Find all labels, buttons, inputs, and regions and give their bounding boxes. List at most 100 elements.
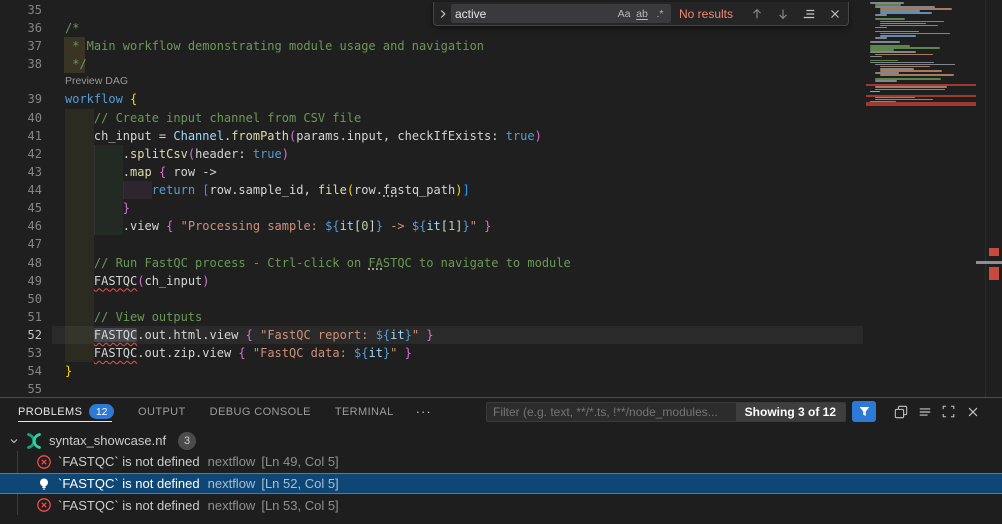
tab-problems[interactable]: PROBLEMS 12: [18, 404, 114, 419]
minimap-line: [875, 37, 887, 39]
line-number[interactable]: 46: [0, 217, 42, 235]
line-number[interactable]: 48: [0, 254, 42, 272]
code-token: map: [130, 165, 152, 179]
code-line[interactable]: 54}: [0, 362, 1002, 380]
regex-icon[interactable]: .*: [651, 8, 669, 20]
line-number[interactable]: 50: [0, 290, 42, 308]
view-as-table-icon[interactable]: [892, 403, 909, 420]
code-line[interactable]: 40// Create input channel from CSV file: [0, 109, 1002, 127]
problem-row[interactable]: `FASTQC` is not definednextflow[Ln 53, C…: [0, 494, 1002, 516]
whole-word-icon[interactable]: ab: [633, 8, 651, 20]
indent-guide: [94, 199, 95, 217]
collapse-all-icon[interactable]: [916, 403, 933, 420]
code-line[interactable]: 49FASTQC(ch_input): [0, 272, 1002, 290]
minimap-line: [875, 18, 905, 20]
line-number[interactable]: 42: [0, 145, 42, 163]
line-number[interactable]: 40: [0, 109, 42, 127]
indent-tint: [65, 235, 94, 253]
match-case-icon[interactable]: Aa: [615, 8, 633, 20]
code-line[interactable]: 50: [0, 290, 1002, 308]
line-number[interactable]: 45: [0, 199, 42, 217]
line-number[interactable]: 39: [0, 90, 42, 108]
line-number[interactable]: 41: [0, 127, 42, 145]
code-text: FASTQC.out.html.view { "FastQC report: $…: [94, 326, 434, 344]
maximize-panel-icon[interactable]: [940, 403, 957, 420]
chevron-down-icon[interactable]: [8, 435, 20, 447]
more-tabs-icon[interactable]: ···: [416, 404, 432, 419]
code-line[interactable]: 45}: [0, 199, 1002, 217]
line-number[interactable]: 51: [0, 308, 42, 326]
line-number[interactable]: 49: [0, 272, 42, 290]
line-number[interactable]: 37: [0, 37, 42, 55]
code-token: {: [246, 328, 253, 342]
code-lens[interactable]: Preview DAG: [65, 73, 128, 90]
find-previous-icon[interactable]: [747, 4, 766, 23]
toggle-replace-chevron-icon[interactable]: [434, 2, 451, 25]
line-number[interactable]: 43: [0, 163, 42, 181]
hint-diagnostic-dots: [383, 194, 397, 197]
code-line[interactable]: 38 */: [0, 55, 1002, 73]
code-line[interactable]: 46.view { "Processing sample: ${it[0]} -…: [0, 217, 1002, 235]
line-number[interactable]: 55: [0, 380, 42, 398]
code-line[interactable]: 47: [0, 235, 1002, 253]
minimap-line: [880, 74, 954, 76]
indent-tint: [65, 181, 94, 199]
close-panel-icon[interactable]: [964, 403, 981, 420]
code-token: [152, 165, 159, 179]
code-token: workflow: [65, 92, 130, 106]
code-token: ]: [369, 219, 376, 233]
problems-filter-box[interactable]: Showing 3 of 12: [486, 402, 846, 422]
vscode-window: 3536/*37 * Main workflow demonstrating m…: [0, 0, 1002, 524]
find-close-icon[interactable]: [825, 4, 844, 23]
code-token: ${: [325, 219, 339, 233]
line-number[interactable]: 52: [0, 326, 42, 344]
line-number[interactable]: 47: [0, 235, 42, 253]
code-line[interactable]: 44return [row.sample_id, file(row.fastq_…: [0, 181, 1002, 199]
code-token: .: [123, 165, 130, 179]
code-token: true: [506, 129, 535, 143]
code-line[interactable]: 39workflow {: [0, 90, 1002, 108]
minimap[interactable]: [866, 0, 984, 115]
code-token: [253, 328, 260, 342]
code-token: Channel: [173, 129, 224, 143]
problem-row[interactable]: `FASTQC` is not definednextflow[Ln 52, C…: [0, 473, 1002, 495]
code-token: "FastQC data:: [253, 346, 354, 360]
code-line[interactable]: 53 FASTQC.out.zip.view { "FastQC data: ${…: [0, 344, 1002, 362]
problem-row[interactable]: `FASTQC` is not definednextflow[Ln 49, C…: [0, 451, 1002, 473]
indent-tint: [65, 344, 94, 362]
line-number[interactable]: 54: [0, 362, 42, 380]
find-input[interactable]: [455, 7, 615, 21]
code-token: FASTQC: [94, 274, 137, 288]
code-line[interactable]: 51// View outputs: [0, 308, 1002, 326]
code-line[interactable]: 55: [0, 380, 1002, 398]
tab-output[interactable]: OUTPUT: [138, 406, 186, 418]
code-token: row.fastq_path: [354, 183, 455, 197]
find-next-icon[interactable]: [773, 4, 792, 23]
line-number[interactable]: 44: [0, 181, 42, 199]
code-line[interactable]: 41ch_input = Channel.fromPath(params.inp…: [0, 127, 1002, 145]
find-input-box[interactable]: Aa ab .*: [451, 4, 671, 23]
code-line[interactable]: 52 FASTQC.out.html.view { "FastQC report:…: [0, 326, 1002, 344]
code-line[interactable]: 43.map { row ->: [0, 163, 1002, 181]
overview-ruler-error-mark: [989, 267, 999, 280]
problems-filter-input[interactable]: [487, 405, 736, 419]
find-in-selection-icon[interactable]: [799, 4, 818, 23]
code-line[interactable]: 42.splitCsv(header: true): [0, 145, 1002, 163]
minimap-line: [875, 80, 897, 82]
line-number[interactable]: 38: [0, 55, 42, 73]
tab-debug-console[interactable]: DEBUG CONSOLE: [210, 406, 311, 418]
line-number[interactable]: 36: [0, 19, 42, 37]
code-token: ch_input =: [94, 129, 173, 143]
code-line[interactable]: 48// Run FastQC process - Ctrl-click on …: [0, 254, 1002, 272]
filter-funnel-icon[interactable]: [852, 401, 876, 422]
problems-file-row[interactable]: syntax_showcase.nf 3: [0, 430, 1002, 451]
indent-tint: [94, 181, 123, 199]
line-number[interactable]: 35: [0, 1, 42, 19]
code-editor[interactable]: 3536/*37 * Main workflow demonstrating m…: [0, 0, 1002, 397]
code-text: FASTQC.out.zip.view { "FastQC data: ${it…: [94, 344, 412, 362]
code-line[interactable]: 37 * Main workflow demonstrating module …: [0, 37, 1002, 55]
line-number[interactable]: 53: [0, 344, 42, 362]
tab-terminal[interactable]: TERMINAL: [335, 406, 394, 418]
code-token: }: [484, 219, 491, 233]
code-token: file: [318, 183, 347, 197]
